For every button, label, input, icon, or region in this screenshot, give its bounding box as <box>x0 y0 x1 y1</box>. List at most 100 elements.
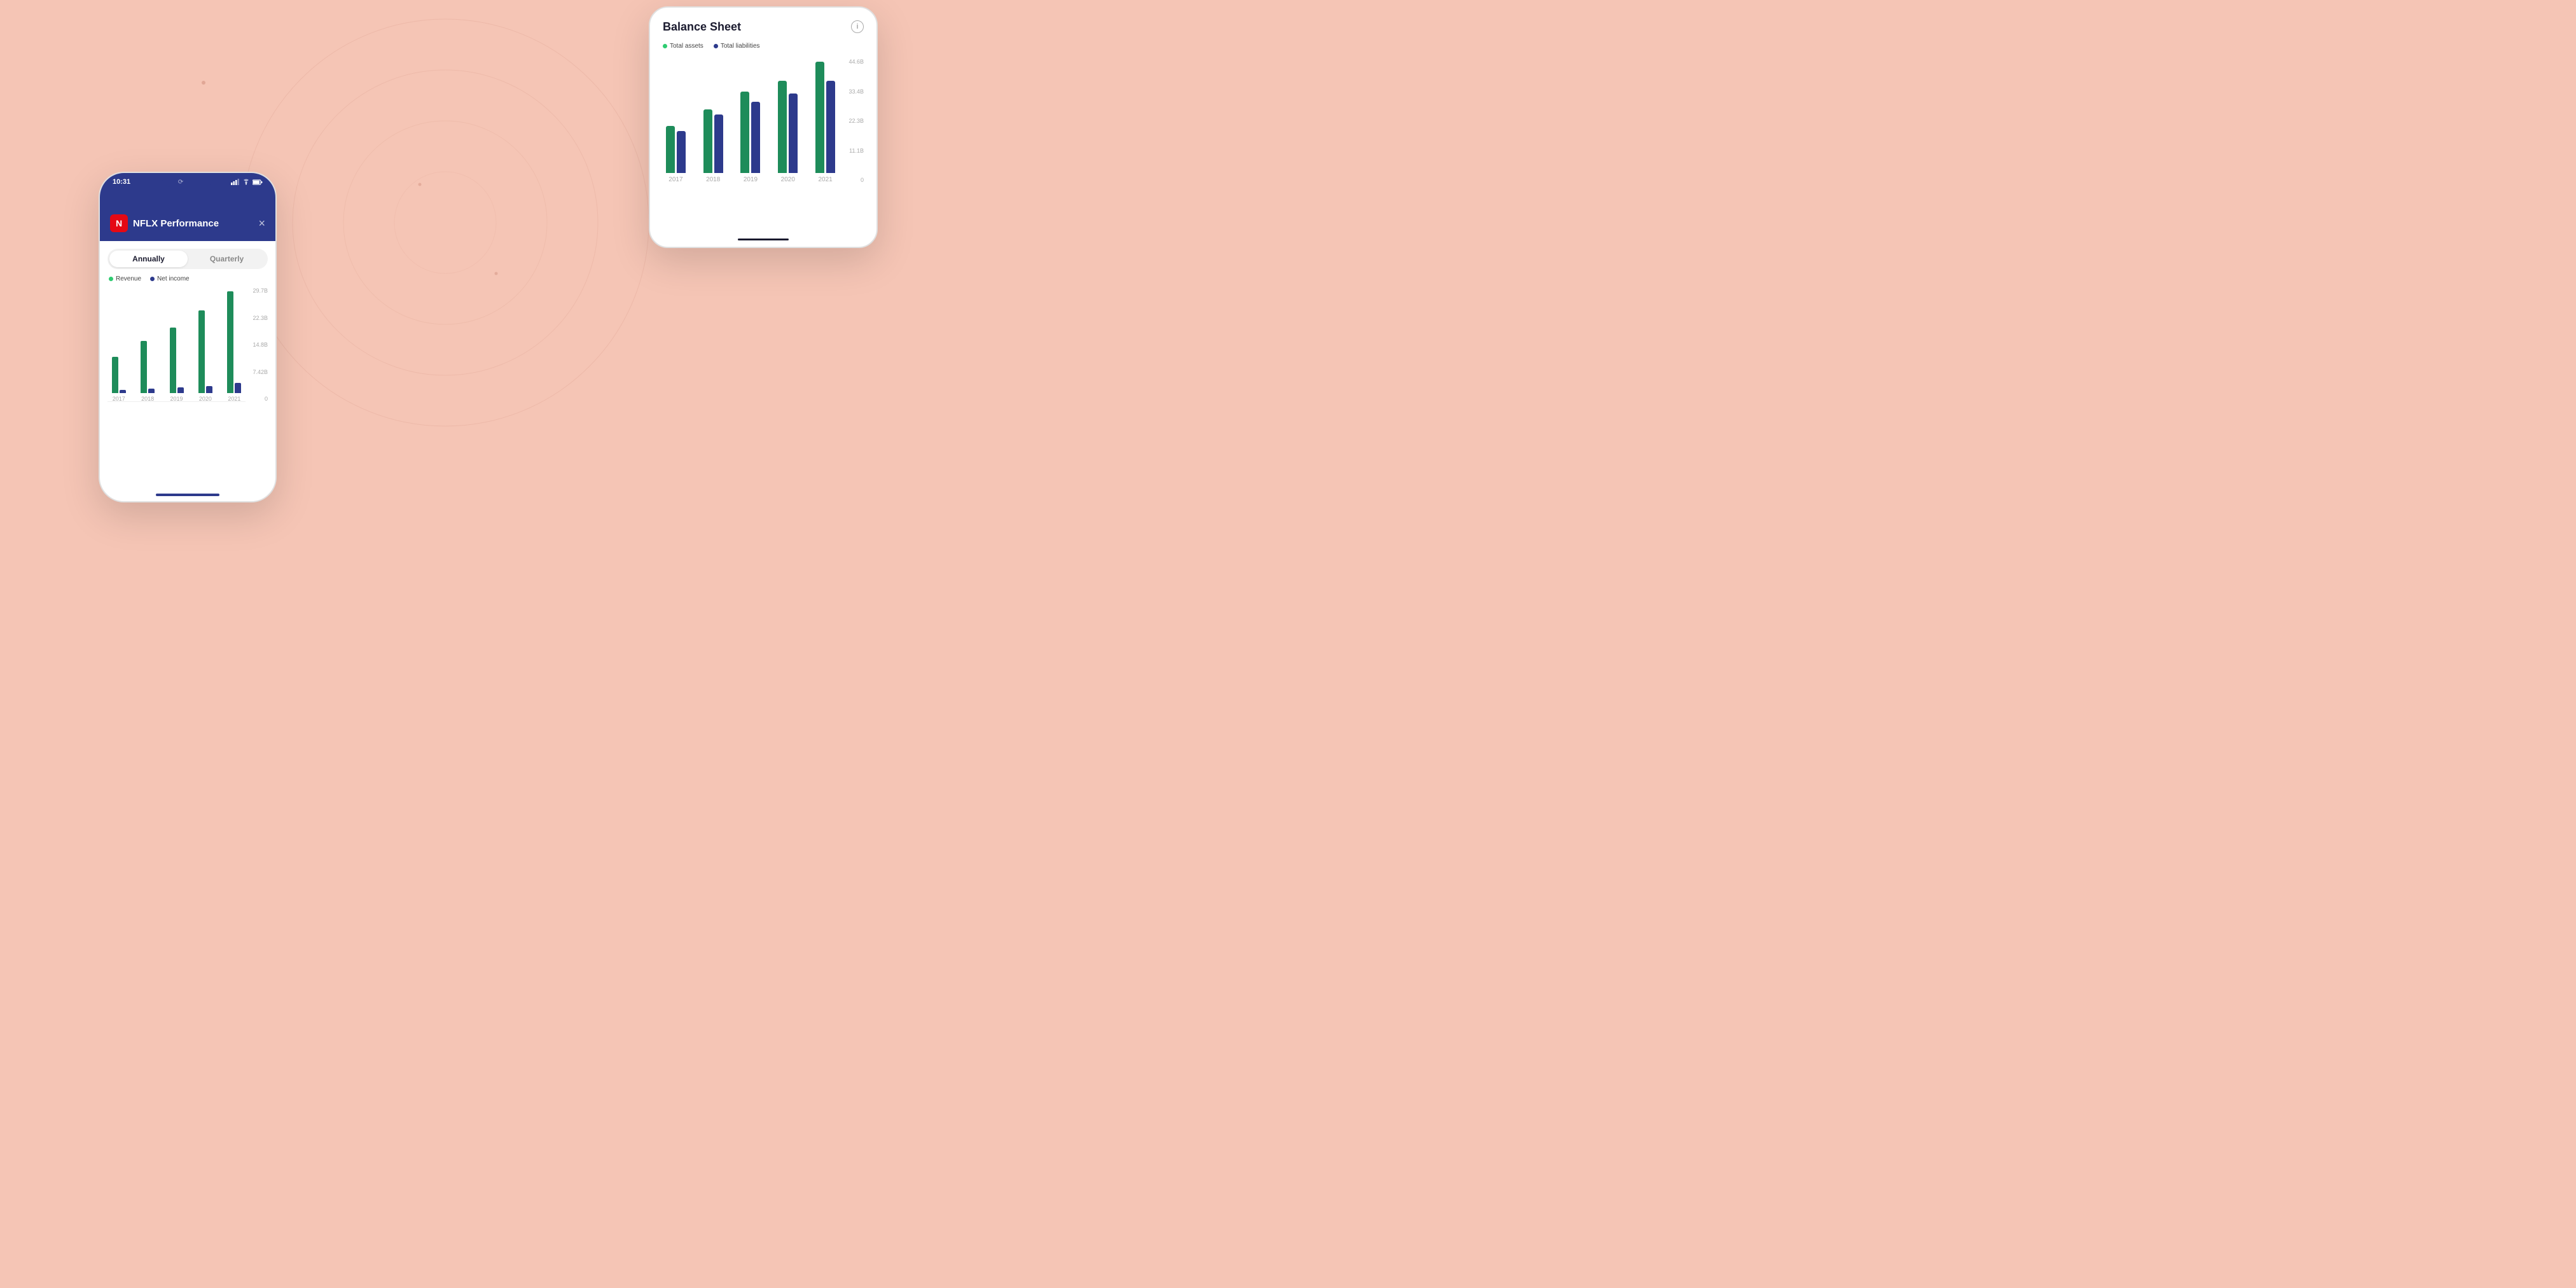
y-label-1: 7.42B <box>253 369 268 375</box>
balance-y-3: 33.4B <box>848 88 864 95</box>
bar-group-2017: 2017 <box>107 357 130 402</box>
balance-year-2018: 2018 <box>706 176 720 183</box>
revenue-bar-2021 <box>227 291 233 393</box>
assets-bar-2020 <box>778 81 787 173</box>
income-bar-2020 <box>206 386 212 393</box>
y-label-0: 0 <box>253 396 268 402</box>
assets-bar-2019 <box>740 92 749 173</box>
y-label-2: 14.8B <box>253 342 268 348</box>
liabilities-bar-2018 <box>714 114 723 173</box>
balance-sheet-title: Balance Sheet <box>663 20 864 34</box>
bar-group-2020: 2020 <box>194 310 216 402</box>
balance-bar-group-2018: 2018 <box>700 109 726 183</box>
balance-y-max: 44.6B <box>848 59 864 65</box>
liabilities-bar-2020 <box>789 93 798 173</box>
tab-quarterly[interactable]: Quarterly <box>188 251 266 267</box>
header-left: N NFLX Performance <box>110 214 219 232</box>
balance-year-2020: 2020 <box>781 176 795 183</box>
signal-icon <box>231 179 240 185</box>
balance-pair-2018 <box>703 109 723 173</box>
revenue-bar-2019 <box>170 328 176 393</box>
status-bar: 10:31 ⟳ <box>100 178 275 186</box>
balance-bar-group-2020: 2020 <box>775 81 801 183</box>
tab-annually[interactable]: Annually <box>109 251 188 267</box>
assets-bar-2017 <box>666 126 675 173</box>
assets-dot <box>663 44 667 48</box>
balance-year-2019: 2019 <box>744 176 758 183</box>
bar-group-2021: 2021 <box>223 291 246 402</box>
balance-bar-group-2021: 2021 <box>812 62 838 183</box>
close-button[interactable]: × <box>258 217 265 230</box>
status-icons <box>231 179 263 185</box>
balance-y-0: 0 <box>848 177 864 183</box>
status-bar-area: 10:31 ⟳ <box>100 173 275 208</box>
y-label-max: 29.7B <box>253 287 268 294</box>
performance-chart: 2017 2018 2019 <box>107 287 268 415</box>
balance-y-2: 22.3B <box>848 118 864 124</box>
phone-right: i Balance Sheet Total assets Total liabi… <box>649 6 878 248</box>
bar-pair-2020 <box>198 310 212 393</box>
phone-left: 10:31 ⟳ <box>99 172 277 502</box>
legend-revenue: Revenue <box>109 275 141 282</box>
income-bar-2017 <box>120 390 126 393</box>
balance-chart: 2017 2018 2019 <box>663 59 864 198</box>
x-axis-line <box>107 401 246 402</box>
net-income-dot <box>150 277 155 281</box>
status-time: 10:31 <box>113 178 130 186</box>
balance-pair-2019 <box>740 92 760 173</box>
balance-bars-container: 2017 2018 2019 <box>663 59 864 198</box>
liabilities-bar-2017 <box>677 131 686 173</box>
bar-pair-2017 <box>112 357 126 393</box>
bar-pair-2021 <box>227 291 241 393</box>
bar-group-2018: 2018 <box>136 341 158 402</box>
assets-bar-2018 <box>703 109 712 173</box>
revenue-bar-2020 <box>198 310 205 393</box>
legend-net-income: Net income <box>150 275 190 282</box>
tab-toggle[interactable]: Annually Quarterly <box>107 249 268 269</box>
balance-legend: Total assets Total liabilities <box>663 43 864 50</box>
netflix-logo: N <box>110 214 128 232</box>
battery-icon <box>253 179 263 185</box>
home-indicator <box>156 494 219 496</box>
legend-total-assets: Total assets <box>663 43 703 50</box>
balance-y-labels: 44.6B 33.4B 22.3B 11.1B 0 <box>848 59 864 198</box>
bars-container: 2017 2018 2019 <box>107 287 268 415</box>
revenue-bar-2018 <box>141 341 147 393</box>
balance-year-2017: 2017 <box>668 176 682 183</box>
balance-pair-2017 <box>666 126 686 173</box>
balance-sheet-body: i Balance Sheet Total assets Total liabi… <box>650 8 876 209</box>
loading-icon: ⟳ <box>178 179 183 186</box>
app-header: N NFLX Performance × <box>100 208 275 241</box>
assets-label: Total assets <box>670 43 703 50</box>
net-income-label: Net income <box>157 275 190 282</box>
bar-pair-2019 <box>170 328 184 393</box>
wifi-icon <box>242 179 250 185</box>
liabilities-bar-2019 <box>751 102 760 173</box>
balance-pair-2020 <box>778 81 798 173</box>
chart-legend: Revenue Net income <box>107 275 268 282</box>
revenue-label: Revenue <box>116 275 141 282</box>
balance-home-indicator <box>738 239 789 240</box>
balance-pair-2021 <box>815 62 835 173</box>
balance-year-2021: 2021 <box>818 176 832 183</box>
revenue-bar-2017 <box>112 357 118 393</box>
liabilities-bar-2021 <box>826 81 835 173</box>
legend-total-liabilities: Total liabilities <box>714 43 760 50</box>
balance-bar-group-2017: 2017 <box>663 126 689 183</box>
app-title: NFLX Performance <box>133 218 219 229</box>
income-bar-2018 <box>148 389 155 393</box>
balance-bar-group-2019: 2019 <box>738 92 764 183</box>
phone-body: Annually Quarterly Revenue Net income <box>100 241 275 422</box>
liabilities-label: Total liabilities <box>721 43 760 50</box>
balance-y-1: 11.1B <box>848 148 864 154</box>
liabilities-dot <box>714 44 718 48</box>
bar-group-2019: 2019 <box>165 328 188 402</box>
y-label-3: 22.3B <box>253 315 268 321</box>
income-bar-2021 <box>235 383 241 393</box>
bar-pair-2018 <box>141 341 155 393</box>
revenue-dot <box>109 277 113 281</box>
y-axis-labels: 29.7B 22.3B 14.8B 7.42B 0 <box>253 287 268 415</box>
income-bar-2019 <box>177 387 184 393</box>
info-icon[interactable]: i <box>851 20 864 33</box>
assets-bar-2021 <box>815 62 824 173</box>
